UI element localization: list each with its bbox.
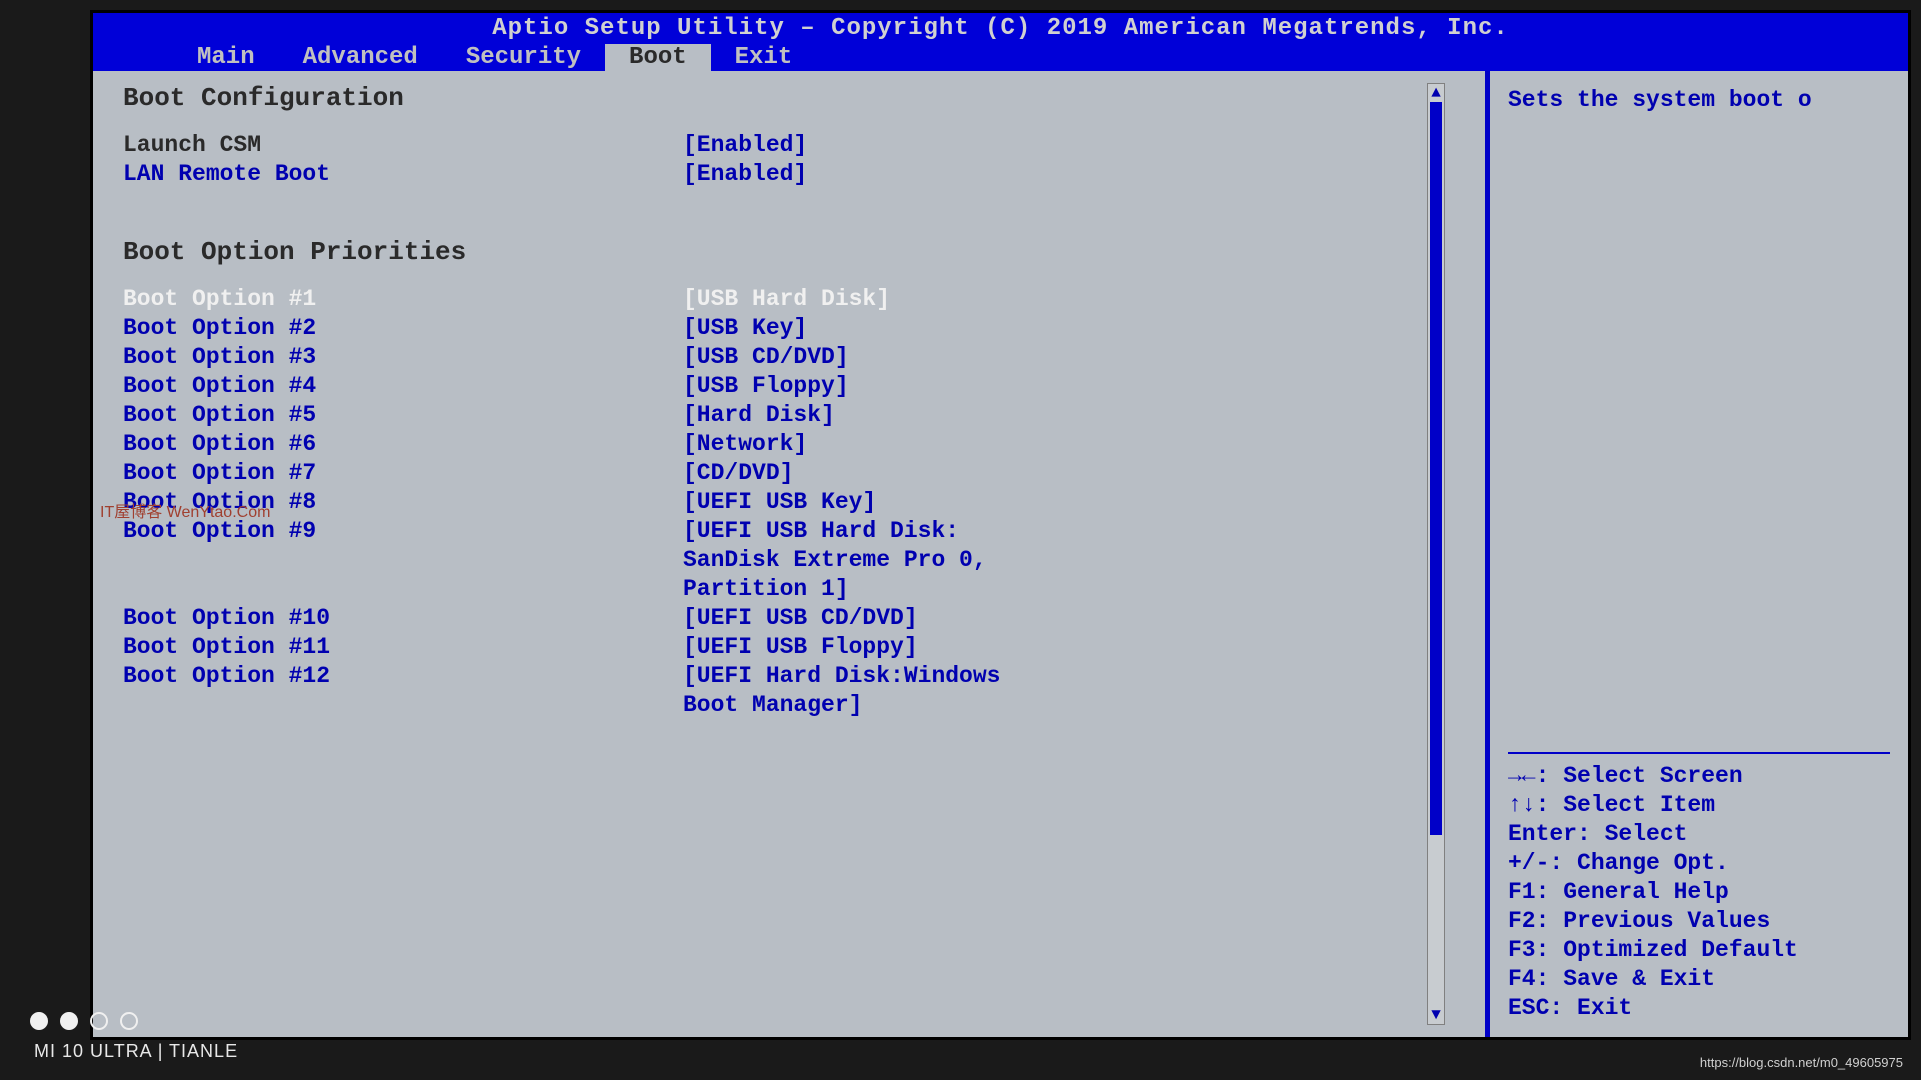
watermark-blog: IT屋博客 WenYtao.Com	[100, 498, 270, 522]
tab-exit[interactable]: Exit	[711, 44, 817, 71]
tab-boot[interactable]: Boot	[605, 44, 711, 71]
boot-option-row[interactable]: Boot Option #3[USB CD/DVD]	[123, 343, 1417, 372]
boot-option-value: [CD/DVD]	[683, 459, 793, 488]
camera-dots	[30, 1012, 138, 1030]
boot-option-value: [UEFI USB Hard Disk: SanDisk Extreme Pro…	[683, 517, 1043, 604]
tab-bar: Main Advanced Security Boot Exit	[93, 44, 1908, 71]
key-hint: Enter: Select	[1508, 820, 1890, 849]
content-area: Boot Configuration Launch CSM [Enabled] …	[93, 71, 1908, 1037]
boot-option-value: [UEFI USB Key]	[683, 488, 876, 517]
key-hint: +/-: Change Opt.	[1508, 849, 1890, 878]
key-hint: F4: Save & Exit	[1508, 965, 1890, 994]
boot-option-row[interactable]: Boot Option #9[UEFI USB Hard Disk: SanDi…	[123, 517, 1417, 604]
setting-value: [Enabled]	[683, 131, 807, 160]
boot-option-label: Boot Option #7	[123, 459, 683, 488]
boot-option-row[interactable]: Boot Option #5[Hard Disk]	[123, 401, 1417, 430]
help-description: Sets the system boot o	[1508, 85, 1890, 752]
key-hint: F3: Optimized Default	[1508, 936, 1890, 965]
setting-label: Launch CSM	[123, 131, 683, 160]
tab-main[interactable]: Main	[173, 44, 279, 71]
url-watermark: https://blog.csdn.net/m0_49605975	[1700, 1055, 1903, 1070]
tab-advanced[interactable]: Advanced	[279, 44, 442, 71]
boot-option-label: Boot Option #4	[123, 372, 683, 401]
boot-option-row[interactable]: Boot Option #6[Network]	[123, 430, 1417, 459]
title-bar: Aptio Setup Utility – Copyright (C) 2019…	[93, 13, 1908, 44]
setting-lan-remote-boot[interactable]: LAN Remote Boot [Enabled]	[123, 160, 1417, 189]
boot-option-value: [Network]	[683, 430, 807, 459]
key-hint: F1: General Help	[1508, 878, 1890, 907]
help-panel: Sets the system boot o →←: Select Screen…	[1488, 71, 1908, 1037]
boot-option-row[interactable]: Boot Option #4[USB Floppy]	[123, 372, 1417, 401]
boot-option-label: Boot Option #10	[123, 604, 683, 633]
boot-option-value: [USB Hard Disk]	[683, 285, 890, 314]
key-hint: ↑↓: Select Item	[1508, 791, 1890, 820]
boot-option-value: [USB CD/DVD]	[683, 343, 849, 372]
boot-option-row[interactable]: Boot Option #11[UEFI USB Floppy]	[123, 633, 1417, 662]
dot-icon	[90, 1012, 108, 1030]
scroll-thumb[interactable]	[1430, 102, 1442, 835]
boot-option-row[interactable]: Boot Option #1[USB Hard Disk]	[123, 285, 1417, 314]
scroll-down-icon[interactable]: ▼	[1428, 1006, 1444, 1024]
main-panel: Boot Configuration Launch CSM [Enabled] …	[93, 71, 1488, 1037]
boot-option-row[interactable]: Boot Option #8[UEFI USB Key]	[123, 488, 1417, 517]
tab-security[interactable]: Security	[442, 44, 605, 71]
dot-icon	[60, 1012, 78, 1030]
boot-option-value: [UEFI USB Floppy]	[683, 633, 918, 662]
boot-option-label: Boot Option #6	[123, 430, 683, 459]
scrollbar[interactable]: ▲ ▼	[1427, 83, 1445, 1025]
dot-icon	[30, 1012, 48, 1030]
boot-option-label: Boot Option #11	[123, 633, 683, 662]
boot-option-label: Boot Option #1	[123, 285, 683, 314]
scroll-up-icon[interactable]: ▲	[1428, 84, 1444, 102]
boot-option-row[interactable]: Boot Option #10[UEFI USB CD/DVD]	[123, 604, 1417, 633]
boot-option-value: [Hard Disk]	[683, 401, 835, 430]
boot-option-row[interactable]: Boot Option #12[UEFI Hard Disk:Windows B…	[123, 662, 1417, 720]
key-hint: →←: Select Screen	[1508, 762, 1890, 791]
setting-launch-csm[interactable]: Launch CSM [Enabled]	[123, 131, 1417, 160]
setting-label: LAN Remote Boot	[123, 160, 683, 189]
dot-icon	[120, 1012, 138, 1030]
boot-option-label: Boot Option #5	[123, 401, 683, 430]
setting-value: [Enabled]	[683, 160, 807, 189]
key-hint: ESC: Exit	[1508, 994, 1890, 1023]
key-hint: F2: Previous Values	[1508, 907, 1890, 936]
boot-option-label: Boot Option #12	[123, 662, 683, 720]
boot-option-value: [USB Floppy]	[683, 372, 849, 401]
boot-option-value: [USB Key]	[683, 314, 807, 343]
phone-watermark: MI 10 ULTRA | TIANLE	[34, 1041, 238, 1062]
bios-screen: Aptio Setup Utility – Copyright (C) 2019…	[90, 10, 1911, 1040]
key-help: →←: Select Screen↑↓: Select ItemEnter: S…	[1508, 752, 1890, 1023]
boot-option-row[interactable]: Boot Option #7[CD/DVD]	[123, 459, 1417, 488]
boot-option-value: [UEFI Hard Disk:Windows Boot Manager]	[683, 662, 1043, 720]
boot-option-label: Boot Option #9	[123, 517, 683, 604]
section-boot-config: Boot Configuration	[123, 83, 1417, 113]
section-boot-priorities: Boot Option Priorities	[123, 237, 1417, 267]
boot-option-row[interactable]: Boot Option #2[USB Key]	[123, 314, 1417, 343]
boot-option-label: Boot Option #3	[123, 343, 683, 372]
boot-option-label: Boot Option #2	[123, 314, 683, 343]
boot-option-value: [UEFI USB CD/DVD]	[683, 604, 918, 633]
